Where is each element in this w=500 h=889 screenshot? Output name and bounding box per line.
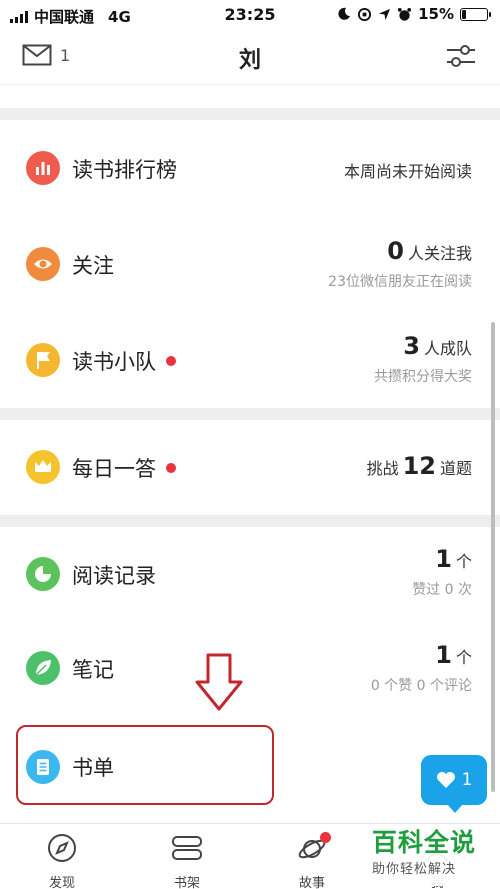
notification-dot (166, 463, 176, 473)
shelf-icon (172, 836, 202, 860)
follow-sub: 23位微信朋友正在阅读 (328, 274, 472, 290)
follow-count: 0 (387, 237, 404, 265)
row-value: 1个 赞过 0 次 (412, 545, 472, 599)
tab-label: 发现 (48, 876, 75, 889)
page-title: 刘 (238, 48, 261, 73)
history-sub: 赞过 0 次 (412, 582, 472, 598)
alarm-icon (398, 7, 412, 21)
row-label: 读书小队 (72, 346, 176, 376)
row-label: 读书排行榜 (72, 154, 177, 184)
section-divider (0, 515, 500, 527)
row-daily-quiz[interactable]: 每日一答 挑战 12 道题 (0, 420, 500, 515)
nav-bar: 1 刘 (0, 30, 500, 85)
row-reading-ranking[interactable]: 读书排行榜 本周尚未开始阅读 (0, 120, 500, 215)
notes-sub: 0 个赞 0 个评论 (370, 678, 472, 694)
tab-discover[interactable]: 发现 (12, 832, 112, 889)
moon-icon (338, 7, 351, 20)
battery-fill (462, 9, 466, 19)
row-value: 挑战 12 道题 (367, 452, 472, 480)
arrow-down-icon (195, 653, 243, 711)
leaf-icon (26, 651, 60, 685)
battery-percent: 15% (418, 5, 454, 23)
tab-label: 书架 (173, 876, 200, 889)
heart-icon (436, 772, 455, 788)
bar-chart-icon (26, 151, 60, 185)
status-right: 15% (337, 5, 491, 23)
row-label: 笔记 (72, 654, 114, 684)
row-label: 每日一答 (72, 453, 176, 483)
history-count: 1 (435, 545, 452, 573)
row-value: 本周尚未开始阅读 (344, 158, 472, 182)
follow-label: 关注 (72, 254, 114, 278)
like-count: 1 (461, 770, 473, 790)
tab-label: 故事 (298, 876, 325, 889)
row-follow[interactable]: 关注 0 人关注我 23位微信朋友正在阅读 (0, 215, 500, 310)
follow-unit: 人关注我 (407, 244, 472, 263)
flag-icon (26, 343, 60, 377)
daily-unit: 道题 (439, 459, 472, 478)
tab-shelf[interactable]: 书架 (137, 832, 237, 889)
ranking-label: 读书排行榜 (72, 158, 177, 182)
watermark: 百科全说 助你轻松解决 (372, 828, 492, 886)
row-value: 1个 0 个赞 0 个评论 (371, 641, 472, 695)
row-value: 0 人关注我 23位微信朋友正在阅读 (328, 237, 472, 291)
status-bar: 中国联通 4G 23:25 15% (0, 0, 500, 30)
notes-unit: 个 (455, 648, 472, 667)
watermark-title: 百科全说 (372, 828, 477, 857)
watermark-subtitle: 助你轻松解决 (372, 862, 457, 877)
crown-icon (26, 450, 60, 484)
section-divider (0, 108, 500, 120)
row-reading-team[interactable]: 读书小队 3 人成队 共攒积分得大奖 (0, 310, 500, 408)
daily-prefix: 挑战 (366, 459, 399, 478)
team-sub: 共攒积分得大奖 (374, 369, 472, 385)
daily-label: 每日一答 (72, 457, 156, 481)
tab-story[interactable]: 故事 (262, 832, 362, 889)
location-icon (379, 8, 391, 20)
team-unit: 人成队 (423, 339, 472, 358)
notes-label: 笔记 (72, 658, 114, 682)
history-unit: 个 (455, 552, 472, 571)
rotation-lock-icon (358, 7, 372, 21)
highlight-box (16, 725, 274, 805)
team-count: 3 (403, 332, 420, 360)
row-label: 关注 (72, 250, 114, 280)
battery-icon (460, 7, 491, 21)
section-divider (0, 408, 500, 420)
row-reading-history[interactable]: 阅读记录 1个 赞过 0 次 (0, 527, 500, 625)
row-notes[interactable]: 笔记 1个 0 个赞 0 个评论 (0, 625, 500, 720)
ranking-status: 本周尚未开始阅读 (343, 162, 472, 181)
row-label: 阅读记录 (72, 560, 156, 590)
scrollbar[interactable] (491, 322, 495, 792)
daily-count: 12 (402, 452, 436, 480)
history-label: 阅读记录 (72, 564, 156, 588)
compass-icon (48, 834, 76, 862)
pie-icon (26, 557, 60, 591)
notification-dot (166, 356, 176, 366)
like-float-button[interactable]: 1 (421, 755, 487, 813)
sliders-icon (447, 45, 475, 67)
team-label: 读书小队 (72, 350, 156, 374)
notes-count: 1 (435, 641, 452, 669)
eye-icon (26, 247, 60, 281)
row-value: 3 人成队 共攒积分得大奖 (374, 332, 472, 386)
notification-dot (320, 832, 331, 843)
settings-button[interactable] (446, 44, 476, 72)
